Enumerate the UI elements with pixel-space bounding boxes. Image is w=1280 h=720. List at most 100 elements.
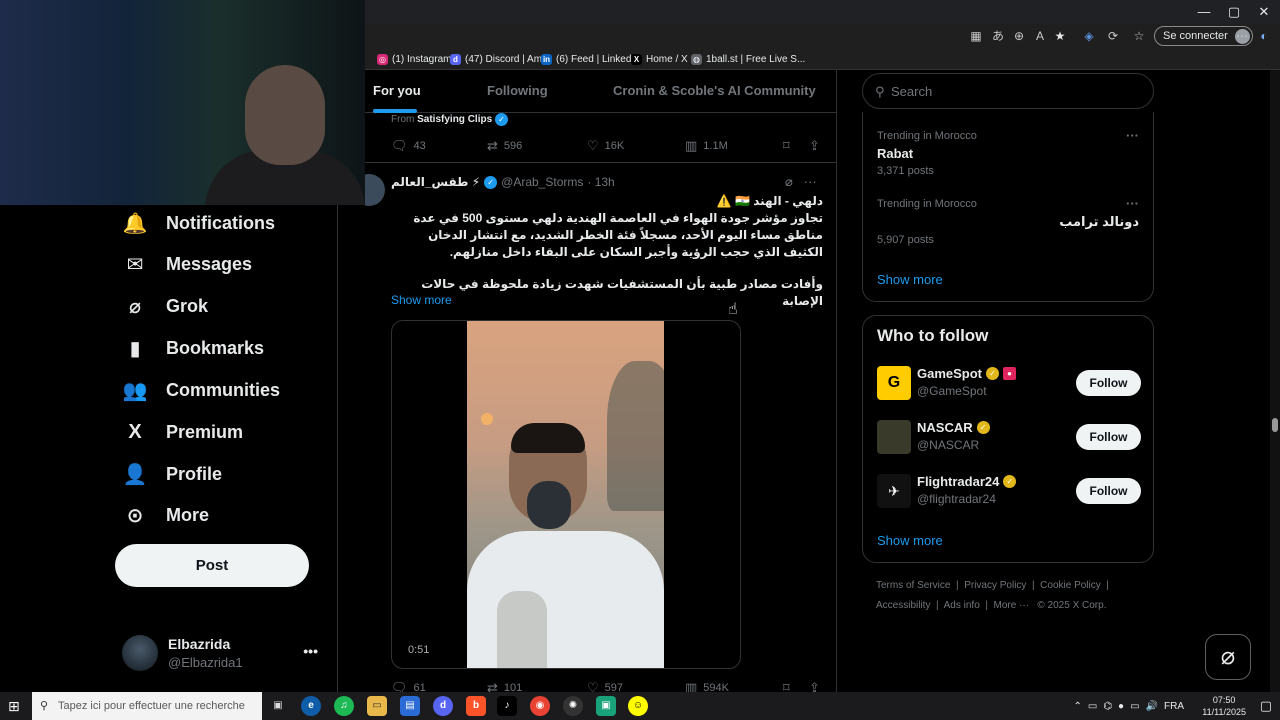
reply-button[interactable]: 🗨 61 [391, 680, 426, 692]
apps-icon[interactable]: ▦ [968, 28, 984, 44]
post-button[interactable]: Post [115, 544, 309, 587]
tweet-author-name[interactable]: طقس_العالم ⚡ [391, 175, 480, 189]
file-explorer-icon[interactable]: ▭ [367, 696, 387, 716]
taskbar-search-input[interactable]: ⚲ Tapez ici pour effectuer une recherche [32, 692, 262, 720]
tweet-author-handle[interactable]: @Arab_Storms [501, 175, 583, 189]
minimize-button[interactable]: — [1189, 2, 1219, 22]
trend-item[interactable]: Trending in Morocco دونالد ترامب 5,907 p… [877, 196, 1139, 246]
menu-dots-icon[interactable]: ⋯ [1234, 28, 1250, 44]
nav-more[interactable]: ⊙ More [122, 497, 209, 533]
tiktok-icon[interactable]: ♪ [497, 696, 517, 716]
tweet-time[interactable]: · 13h [587, 175, 614, 189]
share-button[interactable]: ⇪ [809, 680, 820, 692]
extension-icon[interactable]: ◈ [1081, 28, 1097, 44]
nav-notifications[interactable]: 🔔 Notifications [122, 205, 275, 241]
windows-start-icon[interactable]: ⊞ [8, 698, 24, 714]
favorite-instagram[interactable]: ◎ (1) Instagram [377, 52, 451, 66]
follow-button[interactable]: Follow [1076, 424, 1141, 450]
favorite-star-icon[interactable]: ★ [1052, 28, 1068, 44]
spotify-icon[interactable]: ♫ [334, 696, 354, 716]
chevron-up-icon[interactable]: ⌃ [1073, 701, 1081, 712]
tab-community[interactable]: Cronin & Scoble's AI Community [613, 83, 816, 98]
views-button[interactable]: ▥ 594K [685, 680, 729, 692]
favorite-discord[interactable]: d (47) Discord | Amis [450, 52, 549, 66]
nav-profile[interactable]: 👤 Profile [122, 456, 222, 492]
edge-icon[interactable]: e [301, 696, 321, 716]
read-aloud-icon[interactable]: A [1032, 28, 1048, 44]
favorite-linkedin[interactable]: in (6) Feed | LinkedIn [541, 52, 640, 66]
brave-icon[interactable]: b [466, 696, 486, 716]
footer-link[interactable]: Terms of Service [876, 580, 950, 591]
more-icon[interactable]: ··· [804, 174, 817, 189]
nav-messages[interactable]: ✉ Messages [122, 246, 252, 282]
account-switcher[interactable]: Elbazrida @Elbazrida1 ••• [122, 633, 332, 673]
chatgpt-icon[interactable]: ✺ [563, 696, 583, 716]
more-icon[interactable]: ··· [1126, 128, 1139, 143]
footer-link[interactable]: More ··· [994, 600, 1030, 611]
repost-button[interactable]: ⇄ 596 [487, 138, 522, 154]
search-input[interactable]: ⚲ Search [862, 73, 1154, 109]
store-icon[interactable]: ▤ [400, 696, 420, 716]
follow-suggestion[interactable]: G GameSpot ✓ ● @GameSpot Follow [877, 366, 1141, 402]
task-view-icon[interactable]: ▣ [268, 696, 288, 716]
footer-link[interactable]: Accessibility [876, 600, 930, 611]
notification-center-icon[interactable]: ▢ [1260, 698, 1272, 714]
account-more-icon[interactable]: ••• [303, 643, 318, 659]
volume-icon[interactable]: 🔊 [1146, 701, 1158, 712]
monitor-icon[interactable]: ▭ [1130, 701, 1139, 712]
tab-following[interactable]: Following [487, 83, 548, 98]
tweet-author-avatar[interactable] [365, 174, 385, 206]
tweet-video[interactable]: 0:51 [391, 320, 741, 669]
translate-icon[interactable]: あ [990, 28, 1006, 44]
reply-icon: 🗨 [391, 138, 408, 153]
reply-button[interactable]: 🗨 43 [391, 138, 426, 154]
copilot-icon[interactable]: ◐ [1256, 28, 1272, 44]
nav-bookmarks[interactable]: ▮ Bookmarks [122, 330, 264, 366]
follow-suggestion[interactable]: ✈ Flightradar24 ✓ @flightradar24 Follow [877, 474, 1141, 510]
clock[interactable]: 07:50 11/11/2025 [1202, 694, 1246, 718]
zoom-icon[interactable]: ⊕ [1011, 28, 1027, 44]
nav-grok[interactable]: ⌀ Grok [122, 288, 208, 324]
trends-show-more[interactable]: Show more [877, 272, 943, 287]
tweet-line: دلهي - الهند 🇮🇳 ⚠️ [716, 194, 823, 208]
source-name[interactable]: Satisfying Clips [417, 114, 492, 125]
footer-link[interactable]: Privacy Policy [964, 580, 1026, 591]
grok-fab-button[interactable]: ⌀ [1205, 634, 1251, 680]
scrollbar-thumb[interactable] [1272, 418, 1278, 432]
favorites-icon[interactable]: ☆ [1131, 28, 1147, 44]
app-icon[interactable]: ▣ [596, 696, 616, 716]
favorite-x-home[interactable]: X Home / X [631, 52, 688, 66]
battery-icon[interactable]: ▭ [1088, 701, 1097, 712]
page-scrollbar[interactable] [1270, 70, 1280, 692]
maximize-button[interactable]: ▢ [1219, 2, 1249, 22]
tab-for-you[interactable]: For you [373, 83, 421, 98]
views-button[interactable]: ▥ 1.1M [685, 138, 728, 154]
favorite-1ball[interactable]: ◍ 1ball.st | Free Live S... [691, 52, 805, 66]
snapchat-icon[interactable]: ☺ [628, 696, 648, 716]
show-more-link[interactable]: Show more [391, 293, 452, 307]
trend-item[interactable]: Trending in Morocco Rabat 3,371 posts ··… [877, 128, 1139, 177]
like-button[interactable]: ♡ 597 [587, 680, 623, 692]
discord-icon[interactable]: d [433, 696, 453, 716]
footer-link[interactable]: Ads info [944, 600, 980, 611]
like-button[interactable]: ♡ 16K [587, 138, 624, 154]
more-icon[interactable]: ··· [1126, 196, 1139, 211]
follow-show-more[interactable]: Show more [877, 533, 943, 548]
follow-button[interactable]: Follow [1076, 370, 1141, 396]
nav-communities[interactable]: 👥 Communities [122, 372, 280, 408]
follow-suggestion[interactable]: NASCAR ✓ @NASCAR Follow [877, 420, 1141, 456]
share-button[interactable]: ⇪ [809, 138, 820, 154]
footer-link[interactable]: Cookie Policy [1040, 580, 1101, 591]
network-icon[interactable]: ⌬ [1103, 701, 1112, 712]
bookmark-button[interactable]: ⌑ [783, 680, 790, 692]
follow-button[interactable]: Follow [1076, 478, 1141, 504]
refresh-icon[interactable]: ⟳ [1105, 28, 1121, 44]
mic-icon[interactable]: ● [1118, 701, 1124, 712]
bookmark-button[interactable]: ⌑ [783, 138, 790, 154]
nav-premium[interactable]: X Premium [122, 414, 243, 450]
grok-icon[interactable]: ⌀ [785, 174, 793, 189]
repost-button[interactable]: ⇄ 101 [487, 680, 522, 692]
close-button[interactable]: ✕ [1249, 2, 1279, 22]
language-indicator[interactable]: FRA [1164, 701, 1184, 712]
chrome-icon[interactable]: ◉ [530, 696, 550, 716]
